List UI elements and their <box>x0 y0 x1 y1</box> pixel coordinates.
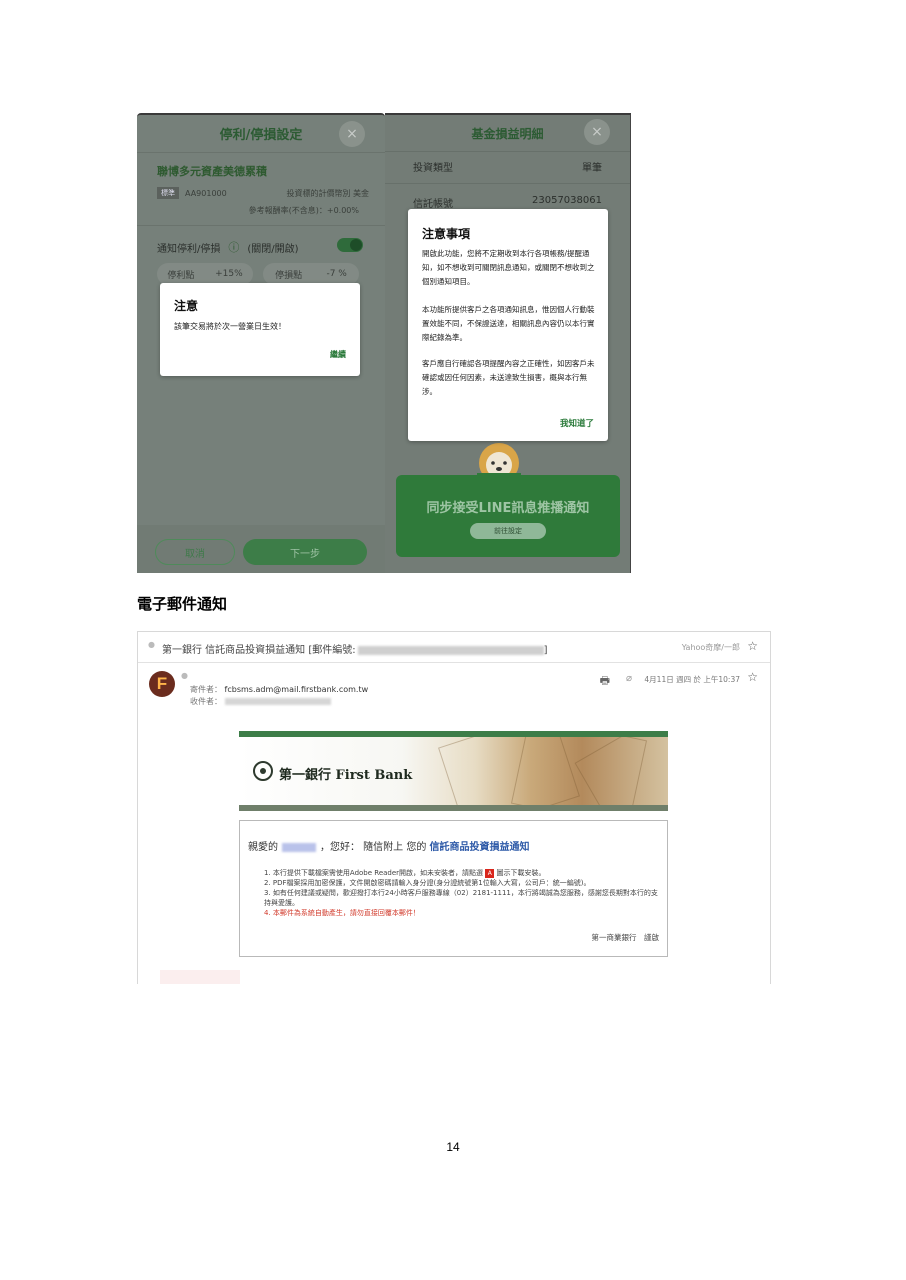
redacted-recipient <box>224 698 331 705</box>
sheet-title: 基金損益明細 <box>471 126 544 141</box>
list-item-text: 1. 本行提供下載檔案需使用Adobe Reader開啟，如未安裝者，請點選 <box>264 869 484 877</box>
email-subject-text: 第一銀行 信託商品投資損益通知 [郵件編號: <box>162 645 356 656</box>
detail-row: 信託帳號 23057038061 <box>413 195 602 210</box>
go-settings-button[interactable]: 前往設定 <box>470 523 546 539</box>
dialog-body: 該筆交易將於次一營業日生效！ <box>174 322 286 331</box>
row-value: 23057038061 <box>532 195 602 206</box>
take-profit-value: +15% <box>215 269 243 279</box>
email-folder[interactable]: Yahoo奇摩/一郎 <box>682 642 740 653</box>
sheet-title: 停利/停損設定 <box>219 128 303 143</box>
info-icon[interactable]: ⓘ <box>228 239 239 255</box>
line-notification-banner: 同步接受LINE訊息推播通知 前往設定 <box>396 475 620 557</box>
notify-row: 通知停利/停損 ⓘ (關閉/開啟) <box>157 239 299 255</box>
footer-highlight <box>160 970 240 984</box>
line-banner-title: 同步接受LINE訊息推播通知 <box>426 501 590 516</box>
email-screenshot: ● 第一銀行 信託商品投資損益通知 [郵件編號:] Yahoo奇摩/一郎 ☆ F… <box>137 631 771 984</box>
bank-logo-text: 第一銀行 First Bank <box>279 768 413 783</box>
notice-dialog: 注意 該筆交易將於次一營業日生效！ 繼續 <box>160 283 360 376</box>
row-value: 單筆 <box>582 163 602 174</box>
email-from: 寄件者： fcbsms.adm@mail.firstbank.com.tw <box>190 684 368 695</box>
bank-logo-icon <box>253 761 273 781</box>
dialog-paragraph: 開啟此功能，您將不定期收到本行各項帳務/提醒通知，如不想收到可關閉訊息通知，或關… <box>422 249 595 286</box>
stop-loss-settings-screenshot: 停利/停損設定 × 聯博多元資產美德累積 標準 AA901000 投資標的計價幣… <box>137 113 385 573</box>
notes-dialog: 注意事項 開啟此功能，您將不定期收到本行各項帳務/提醒通知，如不想收到可關閉訊息… <box>408 209 608 441</box>
settings-sheet: 停利/停損設定 × 聯博多元資產美德累積 標準 AA901000 投資標的計價幣… <box>137 115 385 573</box>
close-icon[interactable]: × <box>339 121 365 147</box>
bank-banner: 第一銀行 First Bank <box>239 731 668 811</box>
list-item: 2. PDF檔案採用加密保護，文件開啟密碼請輸入身分證(身分證統號第1位輸入大寫… <box>264 879 591 887</box>
star-icon[interactable]: ☆ <box>747 670 758 684</box>
star-icon[interactable]: ☆ <box>747 639 758 653</box>
notify-toggle[interactable] <box>337 238 363 252</box>
divider <box>385 183 630 184</box>
from-label: 寄件者： <box>190 685 222 694</box>
row-label: 信託帳號 <box>413 199 453 210</box>
dialog-title: 注意 <box>174 299 199 313</box>
printer-icon[interactable]: 🖶 <box>600 672 610 691</box>
document-page: 停利/停損設定 × 聯博多元資產美德累積 標準 AA901000 投資標的計價幣… <box>0 0 906 1280</box>
dialog-title: 注意事項 <box>422 227 471 241</box>
unread-dot-icon: ● <box>148 640 155 649</box>
dialog-paragraph: 本功能所提供客戶之各項通知訊息，惟因個人行動裝置效能不同，不保證送達，相關訊息內… <box>422 305 595 342</box>
notice-list: 1. 本行提供下載檔案需使用Adobe Reader開啟，如未安裝者，請點選 A… <box>264 868 660 918</box>
email-subject: 第一銀行 信託商品投資損益通知 [郵件編號:] <box>162 645 548 656</box>
continue-button[interactable]: 繼續 <box>330 349 346 360</box>
detail-row: 投資類型 單筆 <box>413 159 602 174</box>
stop-loss-label: 停損點 <box>275 270 303 281</box>
email-signature: 第一商業銀行 謹啟 <box>591 933 660 942</box>
row-label: 投資類型 <box>413 163 453 174</box>
cancel-button[interactable]: 取消 <box>155 539 235 565</box>
sheet-header: 基金損益明細 × <box>385 115 630 151</box>
acknowledge-button[interactable]: 我知道了 <box>560 417 594 429</box>
attachment-icon[interactable]: ⌀ <box>626 673 632 684</box>
sheet-header: 停利/停損設定 × <box>137 115 385 153</box>
stop-loss-value: -7 % <box>326 269 347 279</box>
take-profit-label: 停利點 <box>167 270 195 281</box>
email-body-box: 親愛的 ，您好： 隨信附上 您的 信託商品投資損益通知 1. 本行提供下載檔案需使… <box>239 820 668 957</box>
greeting-line: 親愛的 ，您好： 隨信附上 您的 信託商品投資損益通知 <box>248 838 530 853</box>
sender-avatar: F <box>149 671 175 697</box>
email-subject-bar: ● 第一銀行 信託商品投資損益通知 [郵件編號:] Yahoo奇摩/一郎 ☆ <box>138 632 770 663</box>
fund-tag: 標準 <box>157 187 179 199</box>
take-profit-field[interactable]: 停利點 +15% <box>157 263 253 285</box>
reference-return-rate: 參考報酬率(不含息)：+0.00% <box>248 206 359 215</box>
greeting-middle: ，您好： 隨信附上 您的 <box>320 842 427 853</box>
dialog-paragraph: 客戶應自行確認各項提醒內容之正確性，如因客戶未確認或因任何因素，未送達致生損害，… <box>422 359 595 396</box>
currency-label: 投資標的計價幣別 美金 <box>286 188 369 198</box>
fund-code: AA901000 <box>185 188 227 198</box>
threshold-pills: 停利點 +15% 停損點 -7 % <box>157 263 359 285</box>
pdf-icon[interactable]: A <box>485 868 495 878</box>
fund-pl-detail-screenshot: 基金損益明細 × 投資類型 單筆 信託帳號 23057038061 同步接受LI… <box>385 113 631 573</box>
fund-info-row: 標準 AA901000 投資標的計價幣別 美金 <box>157 187 369 199</box>
banner-stripe <box>239 805 668 811</box>
list-item-suffix: 圖示下載安裝。 <box>496 869 546 877</box>
list-item: 4. 本郵件為系統自動產生，請勿直接回覆本郵件！ <box>264 909 420 917</box>
status-dot-icon: ● <box>181 671 188 680</box>
redacted-mail-id <box>357 645 544 655</box>
redacted-customer-name <box>282 842 316 852</box>
list-item: 1. 本行提供下載檔案需使用Adobe Reader開啟，如未安裝者，請點選 A… <box>264 868 660 878</box>
page-number: 14 <box>446 1140 460 1154</box>
greeting-prefix: 親愛的 <box>248 842 278 853</box>
next-button[interactable]: 下一步 <box>243 539 367 565</box>
close-icon[interactable]: × <box>584 119 610 145</box>
to-label: 收件者： <box>190 697 222 706</box>
email-date: 4月11日 週四 於 上午10:37 <box>644 675 740 684</box>
fund-name: 聯博多元資產美德累積 <box>157 165 267 178</box>
from-address[interactable]: fcbsms.adm@mail.firstbank.com.tw <box>225 685 369 694</box>
email-to: 收件者： <box>190 696 331 707</box>
statement-link[interactable]: 信託商品投資損益通知 <box>430 842 530 853</box>
notify-label: 通知停利/停損 <box>157 243 221 255</box>
list-item: 3. 如有任何建議或疑問，歡迎撥打本行24小時客戶服務專線（02）2181-11… <box>264 889 658 907</box>
divider <box>137 225 385 226</box>
stop-loss-field[interactable]: 停損點 -7 % <box>263 263 359 285</box>
notify-state: (關閉/開啟) <box>247 243 299 255</box>
section-heading: 電子郵件通知 <box>137 595 228 613</box>
divider <box>385 151 630 152</box>
